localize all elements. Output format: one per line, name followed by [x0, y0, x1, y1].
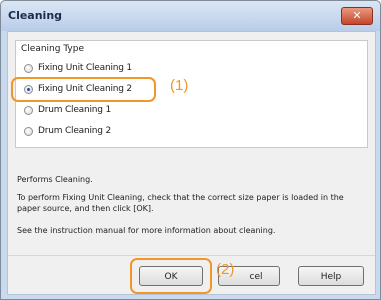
info-text-3: See the instruction manual for more info… [17, 226, 276, 235]
help-button[interactable]: Help [298, 266, 364, 286]
radio-selected-icon[interactable] [24, 84, 33, 94]
radio-label: Drum Cleaning 1 [38, 105, 112, 115]
cleaning-type-group: Cleaning Type Fixing Unit Cleaning 1 Fix… [15, 40, 368, 148]
annotation-label-2: (2) [216, 261, 235, 278]
close-icon: ✕ [352, 9, 362, 22]
close-button[interactable]: ✕ [341, 7, 373, 25]
radio-drum-cleaning-2[interactable]: Drum Cleaning 2 [24, 124, 111, 138]
separator [8, 255, 375, 256]
radio-button-icon[interactable] [24, 63, 33, 73]
radio-drum-cleaning-1[interactable]: Drum Cleaning 1 [24, 103, 111, 117]
radio-label: Fixing Unit Cleaning 1 [38, 63, 132, 73]
radio-button-icon[interactable] [24, 105, 33, 115]
ok-button[interactable]: OK [139, 266, 203, 286]
group-title: Cleaning Type [21, 44, 84, 54]
dialog-title: Cleaning [8, 9, 63, 22]
dialog-body: Cleaning Type Fixing Unit Cleaning 1 Fix… [7, 31, 376, 295]
cleaning-dialog: Cleaning ✕ Cleaning Type Fixing Unit Cle… [0, 0, 381, 300]
radio-label: Fixing Unit Cleaning 2 [38, 84, 132, 94]
radio-button-icon[interactable] [24, 126, 33, 136]
title-bar: Cleaning ✕ [1, 1, 380, 31]
radio-label: Drum Cleaning 2 [38, 126, 112, 136]
info-text-1: Performs Cleaning. [17, 175, 93, 184]
annotation-label-1: (1) [170, 77, 189, 94]
info-text-2: To perform Fixing Unit Cleaning, check t… [17, 193, 344, 213]
radio-fixing-unit-cleaning-2[interactable]: Fixing Unit Cleaning 2 [24, 82, 132, 96]
radio-fixing-unit-cleaning-1[interactable]: Fixing Unit Cleaning 1 [24, 61, 132, 75]
